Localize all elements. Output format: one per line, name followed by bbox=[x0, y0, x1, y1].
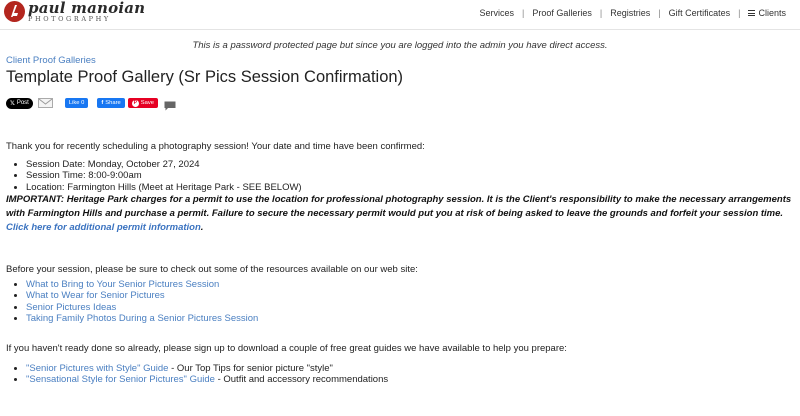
list-item: What to Bring to Your Senior Pictures Se… bbox=[26, 279, 796, 291]
logo-name: paul manoian bbox=[28, 0, 146, 17]
nav-gift-certificates[interactable]: Gift Certificates bbox=[661, 8, 739, 18]
x-post-button[interactable]: 𝕏 Post bbox=[6, 97, 33, 109]
resource-link-family-photos[interactable]: Taking Family Photos During a Senior Pic… bbox=[26, 313, 258, 324]
guide-link-sensational[interactable]: "Sensational Style for Senior Pictures" … bbox=[26, 374, 215, 385]
facebook-share-button[interactable]: f Share bbox=[97, 98, 125, 108]
guide-desc: - Our Top Tips for senior picture "style… bbox=[168, 362, 333, 374]
pinterest-save-button[interactable]: P Save bbox=[127, 98, 158, 108]
facebook-share-label: Share bbox=[105, 100, 121, 106]
logo-mark-icon bbox=[4, 1, 25, 22]
site-header: paul manoian PHOTOGRAPHY Services | Proo… bbox=[0, 0, 800, 30]
breadcrumb[interactable]: Client Proof Galleries bbox=[6, 55, 96, 66]
facebook-like-label: Like 0 bbox=[68, 100, 85, 106]
confirmation-content: Thank you for recently scheduling a phot… bbox=[6, 141, 796, 234]
x-logo-icon: 𝕏 bbox=[10, 100, 15, 107]
resources-intro: Before your session, please be sure to c… bbox=[6, 264, 418, 275]
resource-link-ideas[interactable]: Senior Pictures Ideas bbox=[26, 302, 116, 313]
site-logo[interactable]: paul manoian PHOTOGRAPHY bbox=[4, 1, 145, 23]
permit-notice: IMPORTANT: Heritage Park charges for a p… bbox=[6, 193, 796, 234]
x-post-label: Post bbox=[16, 100, 29, 106]
admin-access-notice: This is a password protected page but si… bbox=[192, 40, 608, 51]
page-title: Template Proof Gallery (Sr Pics Session … bbox=[6, 68, 404, 86]
nav-services[interactable]: Services bbox=[472, 8, 523, 18]
nav-clients[interactable]: Clients bbox=[740, 8, 794, 18]
resources-section: Before your session, please be sure to c… bbox=[6, 264, 796, 325]
guides-section: If you haven't ready done so already, pl… bbox=[6, 343, 796, 386]
pinterest-icon: P bbox=[131, 99, 139, 107]
list-item: "Senior Pictures with Style" Guide - Our… bbox=[26, 363, 796, 375]
list-item: "Sensational Style for Senior Pictures" … bbox=[26, 374, 796, 386]
menu-icon bbox=[748, 10, 756, 16]
intro-text: Thank you for recently scheduling a phot… bbox=[6, 141, 425, 152]
nav-clients-label: Clients bbox=[758, 8, 786, 18]
session-details-list: Session Date: Monday, October 27, 2024 S… bbox=[26, 159, 796, 194]
pinterest-save-label: Save bbox=[140, 100, 154, 106]
guide-link-style[interactable]: "Senior Pictures with Style" Guide bbox=[26, 363, 168, 374]
comment-icon[interactable] bbox=[164, 98, 176, 111]
permit-info-link[interactable]: Click here for additional permit informa… bbox=[6, 222, 201, 233]
nav-proof-galleries[interactable]: Proof Galleries bbox=[524, 8, 600, 18]
list-item: Taking Family Photos During a Senior Pic… bbox=[26, 313, 796, 325]
list-item: What to Wear for Senior Pictures bbox=[26, 290, 796, 302]
social-share-bar: 𝕏 Post Like 0 f Share P Save bbox=[6, 97, 176, 111]
permit-notice-end: . bbox=[200, 221, 204, 233]
guides-list: "Senior Pictures with Style" Guide - Our… bbox=[26, 363, 796, 386]
permit-notice-text: IMPORTANT: Heritage Park charges for a p… bbox=[6, 194, 792, 219]
session-date: Session Date: Monday, October 27, 2024 bbox=[26, 159, 796, 171]
session-time: Session Time: 8:00-9:00am bbox=[26, 170, 796, 182]
nav-registries[interactable]: Registries bbox=[602, 8, 658, 18]
main-nav: Services | Proof Galleries | Registries … bbox=[472, 8, 794, 18]
resource-link-what-to-wear[interactable]: What to Wear for Senior Pictures bbox=[26, 290, 165, 301]
guides-intro: If you haven't ready done so already, pl… bbox=[6, 343, 567, 354]
list-item: Senior Pictures Ideas bbox=[26, 302, 796, 314]
facebook-like-button[interactable]: Like 0 bbox=[64, 98, 89, 108]
guide-desc: - Outfit and accessory recommendations bbox=[214, 374, 389, 386]
email-share-icon[interactable] bbox=[37, 98, 53, 108]
resource-link-what-to-bring[interactable]: What to Bring to Your Senior Pictures Se… bbox=[26, 279, 219, 290]
resources-list: What to Bring to Your Senior Pictures Se… bbox=[26, 279, 796, 325]
facebook-icon: f bbox=[101, 100, 104, 106]
session-location: Location: Farmington Hills (Meet at Heri… bbox=[26, 182, 796, 194]
